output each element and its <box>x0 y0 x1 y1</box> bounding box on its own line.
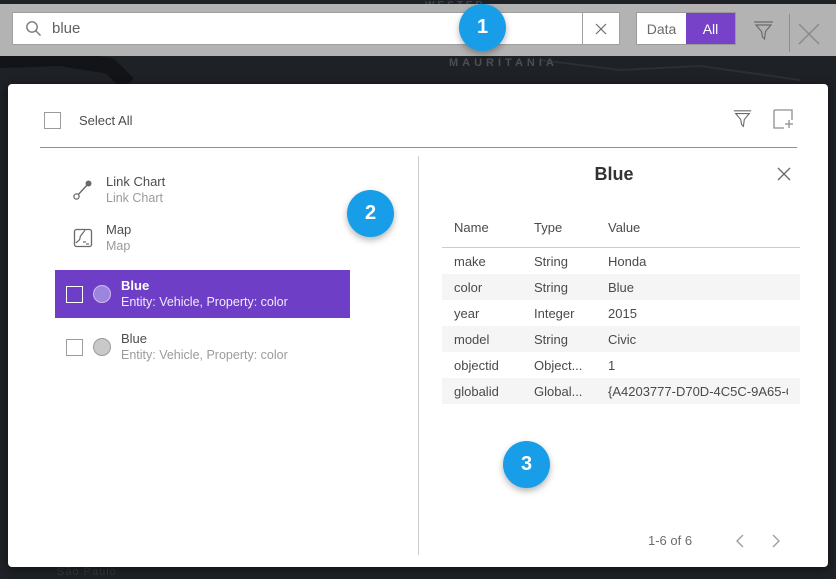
result-item-blue[interactable]: Blue Entity: Vehicle, Property: color <box>55 323 350 371</box>
callout-badge-2: 2 <box>347 190 394 237</box>
header-divider <box>40 147 797 148</box>
next-page-icon[interactable] <box>758 534 794 548</box>
select-all-checkbox[interactable] <box>44 112 61 129</box>
cell-name: make <box>454 254 534 269</box>
result-subtitle: Entity: Vehicle, Property: color <box>121 347 288 363</box>
toolbar-divider <box>789 14 790 52</box>
clear-search-button[interactable] <box>582 13 619 44</box>
pagination-label: 1-6 of 6 <box>648 533 692 548</box>
table-row: model String Civic <box>442 326 800 352</box>
cell-value: Honda <box>608 254 788 269</box>
table-row: globalid Global... {A4203777-D70D-4C5C-9… <box>442 378 800 404</box>
cell-value: 2015 <box>608 306 788 321</box>
search-results-panel: Select All Link Chart Link Chart Map <box>8 84 828 567</box>
result-item-link-chart[interactable]: Link Chart Link Chart <box>72 172 165 208</box>
filter-icon[interactable] <box>752 19 775 48</box>
cell-type: String <box>534 332 608 347</box>
search-toolbar: blue Data All <box>0 4 836 56</box>
search-box: blue <box>12 12 620 45</box>
cell-value: Civic <box>608 332 788 347</box>
table-row: year Integer 2015 <box>442 300 800 326</box>
result-title: Blue <box>121 278 288 294</box>
column-header-type: Type <box>534 220 608 235</box>
cell-type: Integer <box>534 306 608 321</box>
cell-name: objectid <box>454 358 534 373</box>
search-query-text: blue <box>52 20 80 37</box>
cell-name: color <box>454 280 534 295</box>
select-all-label: Select All <box>79 113 132 128</box>
entity-circle-icon <box>93 285 111 303</box>
callout-badge-1: 1 <box>459 4 506 51</box>
cell-type: Global... <box>534 384 608 399</box>
app-screen: WESTER MAURITANIA São Paulo blue Data Al… <box>0 0 836 579</box>
previous-page-icon[interactable] <box>722 534 758 548</box>
detail-title: Blue <box>434 164 794 185</box>
cell-type: Object... <box>534 358 608 373</box>
pagination: 1-6 of 6 <box>648 533 794 548</box>
result-checkbox[interactable] <box>66 286 83 303</box>
result-title: Blue <box>121 331 288 347</box>
cell-name: globalid <box>454 384 534 399</box>
result-title: Map <box>106 222 131 238</box>
add-to-selection-icon[interactable] <box>772 108 795 135</box>
column-header-value: Value <box>608 220 788 235</box>
select-all-row: Select All <box>44 112 132 129</box>
cell-value: 1 <box>608 358 788 373</box>
column-header-name: Name <box>454 220 534 235</box>
cell-name: year <box>454 306 534 321</box>
cell-value: Blue <box>608 280 788 295</box>
cell-type: String <box>534 254 608 269</box>
map-icon <box>72 228 94 248</box>
list-detail-divider <box>418 156 419 555</box>
scope-option-all[interactable]: All <box>686 13 735 44</box>
cell-value: {A4203777-D70D-4C5C-9A65-C... <box>608 384 788 399</box>
result-subtitle: Link Chart <box>106 190 165 206</box>
attribute-table-header: Name Type Value <box>442 214 800 247</box>
result-subtitle: Entity: Vehicle, Property: color <box>121 294 288 310</box>
table-row: color String Blue <box>442 274 800 300</box>
scope-option-data[interactable]: Data <box>637 13 686 44</box>
link-chart-icon <box>72 179 94 201</box>
entity-circle-icon <box>93 338 111 356</box>
close-search-icon[interactable] <box>796 21 822 52</box>
result-title: Link Chart <box>106 174 165 190</box>
scope-segmented-control: Data All <box>636 12 736 45</box>
attribute-table: Name Type Value make String Honda color … <box>442 214 800 404</box>
cell-name: model <box>454 332 534 347</box>
table-row: make String Honda <box>442 248 800 274</box>
detail-close-icon[interactable] <box>776 166 792 187</box>
result-item-blue-selected[interactable]: Blue Entity: Vehicle, Property: color <box>55 270 350 318</box>
callout-badge-3: 3 <box>503 441 550 488</box>
cell-type: String <box>534 280 608 295</box>
result-checkbox[interactable] <box>66 339 83 356</box>
map-label-city: São Paulo <box>57 566 117 578</box>
search-icon <box>25 20 42 37</box>
result-item-map[interactable]: Map Map <box>72 220 131 256</box>
table-row: objectid Object... 1 <box>442 352 800 378</box>
result-subtitle: Map <box>106 238 131 254</box>
results-filter-icon[interactable] <box>732 108 753 135</box>
map-label-mauritania: MAURITANIA <box>449 57 558 69</box>
